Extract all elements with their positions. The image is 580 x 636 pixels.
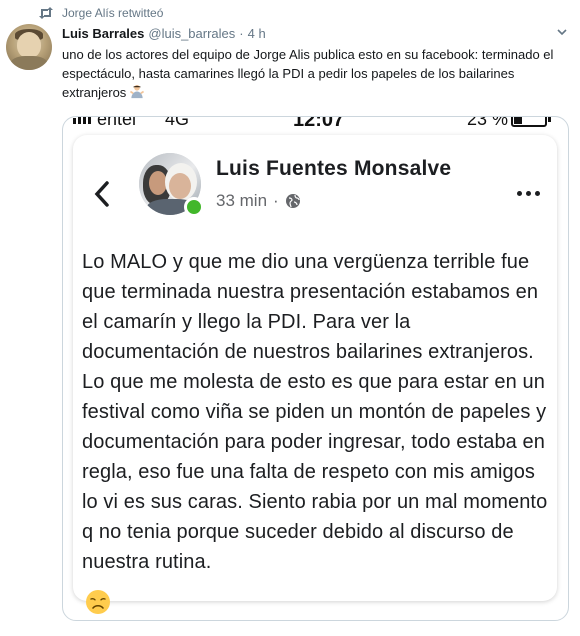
post-age[interactable]: 33 min — [216, 191, 267, 211]
chevron-down-icon[interactable] — [556, 26, 568, 38]
battery-percent: 23 % — [467, 116, 509, 129]
man-shrugging-emoji — [130, 84, 145, 99]
post-body: Lo MALO y que me dio una vergüenza terri… — [82, 251, 548, 573]
status-time: 12:07 — [293, 116, 345, 131]
phone-status-bar: entel 4G 12:07 23 % — [63, 116, 568, 131]
tweet-header: Luis Barrales @luis_barrales · 4 h — [62, 26, 266, 41]
signal-icon — [73, 117, 91, 124]
embedded-screenshot[interactable]: entel 4G 12:07 23 % Luis Fuentes Monsalv… — [62, 116, 569, 621]
battery-icon — [511, 117, 551, 127]
avatar[interactable] — [6, 24, 52, 70]
tweet-text: uno de los actores del equipo de Jorge A… — [62, 47, 554, 100]
disappointed-face-emoji — [86, 590, 110, 614]
post-author-name[interactable]: Luis Fuentes Monsalve — [216, 157, 451, 181]
retweet-context: Jorge Alís retwitteó — [38, 6, 163, 20]
post-meta: 33 min · — [216, 191, 301, 211]
user-handle[interactable]: @luis_barrales — [148, 26, 235, 41]
back-arrow-icon[interactable] — [91, 177, 113, 211]
more-options-icon[interactable] — [517, 191, 540, 196]
display-name[interactable]: Luis Barrales — [62, 26, 144, 41]
retweeter-label[interactable]: Jorge Alís retwitteó — [62, 6, 163, 20]
retweet-icon — [39, 7, 53, 19]
facebook-post-card: Luis Fuentes Monsalve 33 min · Lo MALO y… — [73, 135, 557, 614]
tweet-timestamp[interactable]: 4 h — [248, 26, 266, 41]
separator-dot: · — [273, 191, 279, 210]
separator-dot: · — [239, 26, 244, 41]
globe-icon — [285, 194, 300, 208]
online-indicator — [184, 197, 204, 217]
carrier-label: entel — [97, 116, 137, 129]
network-label: 4G — [165, 116, 190, 129]
